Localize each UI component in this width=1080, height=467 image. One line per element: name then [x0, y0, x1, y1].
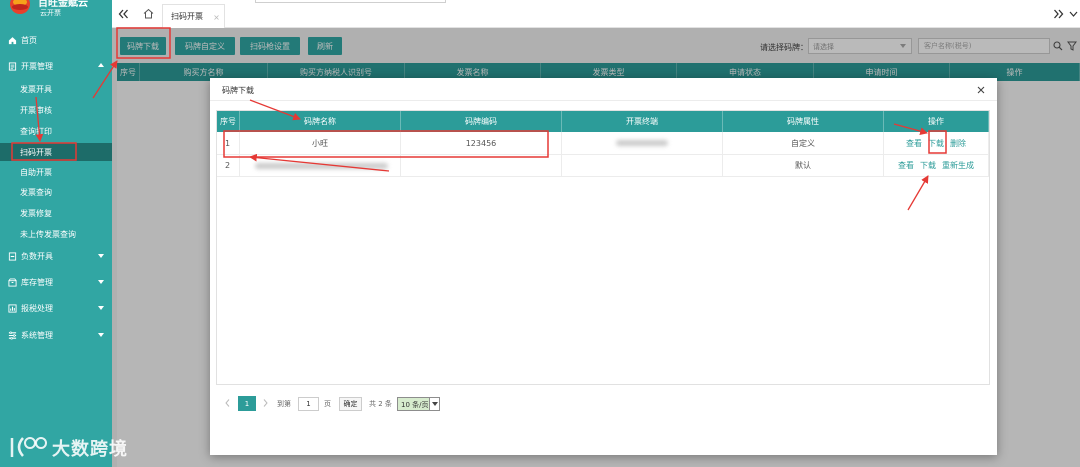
terminal-cell	[562, 155, 723, 177]
brand-product: 云开票	[40, 9, 61, 17]
sidebar: 百旺金赋云 云开票 首页 开票管理 发票开具 开票审核 查询打印 扫码开票 自助…	[0, 0, 112, 467]
chevron-down-icon	[98, 333, 104, 337]
sidebar-item-label: 首页	[21, 35, 37, 45]
view-link[interactable]: 查看	[906, 138, 922, 149]
chevron-down-icon	[98, 280, 104, 284]
table-header-row: 序号 码牌名称 码牌编码 开票终端 码牌属性 操作	[217, 111, 989, 132]
chevron-down-icon	[98, 254, 104, 258]
goto-label: 到第	[277, 400, 291, 408]
sidebar-group-label: 库存管理	[21, 277, 53, 287]
sidebar-group-label: 报税处理	[21, 303, 53, 313]
delete-link[interactable]: 删除	[950, 138, 966, 149]
double-chevron-right-icon[interactable]	[1053, 9, 1064, 19]
sidebar-group-negative-invoice[interactable]: 负数开具	[0, 247, 112, 265]
chevron-left-icon[interactable]	[225, 399, 230, 407]
tab-scan-invoicing[interactable]: 扫码开票	[162, 4, 225, 28]
code-number-cell	[401, 155, 562, 177]
sidebar-item-query-print[interactable]: 查询打印	[0, 121, 112, 141]
brand-logo	[10, 0, 30, 14]
system-settings-icon	[8, 331, 17, 339]
home-icon[interactable]	[143, 8, 154, 19]
code-table: 序号 码牌名称 码牌编码 开票终端 码牌属性 操作 1 小旺 123456 自定…	[216, 110, 990, 385]
dialog-title: 码牌下载	[222, 86, 254, 95]
view-link[interactable]: 查看	[898, 160, 914, 171]
code-name-cell	[240, 155, 401, 177]
row-actions: 查看 下载 重新生成	[884, 155, 989, 177]
row-index: 2	[217, 155, 240, 177]
sidebar-item-home[interactable]: 首页	[0, 31, 112, 49]
home-icon	[8, 36, 17, 44]
code-attribute-cell: 自定义	[723, 132, 884, 155]
sidebar-item-issue-invoice[interactable]: 发票开具	[0, 79, 112, 99]
goto-page-input[interactable]	[298, 397, 319, 411]
sidebar-item-self-service[interactable]: 自助开票	[0, 162, 112, 182]
sidebar-group-label: 开票管理	[21, 61, 53, 71]
negative-invoice-icon	[8, 251, 17, 261]
sidebar-item-unuploaded-query[interactable]: 未上传发票查询	[0, 224, 112, 244]
code-name-cell: 小旺	[240, 132, 401, 155]
sidebar-item-invoice-review[interactable]: 开票审核	[0, 100, 112, 120]
sidebar-item-invoice-repair[interactable]: 发票修复	[0, 203, 112, 223]
tax-report-icon	[8, 303, 17, 313]
row-actions: 查看 下载 删除	[884, 132, 989, 155]
chevron-down-icon[interactable]	[1069, 11, 1078, 17]
download-link[interactable]: 下载	[920, 160, 936, 171]
top-bar: 扫码开票	[112, 0, 1080, 28]
sidebar-item-invoice-query[interactable]: 发票查询	[0, 182, 112, 202]
page-button-current[interactable]: 1	[238, 396, 256, 411]
goto-confirm-button[interactable]: 确定	[339, 397, 362, 411]
close-icon[interactable]	[977, 86, 985, 94]
redacted-text	[616, 140, 668, 146]
chevron-down-icon	[432, 402, 438, 406]
watermark-text: 大数跨境	[52, 439, 128, 460]
top-partial-field	[255, 0, 446, 3]
sidebar-group-tax-report[interactable]: 报税处理	[0, 299, 112, 317]
total-count: 共 2 条	[369, 400, 392, 408]
table-row[interactable]: 1 小旺 123456 自定义 查看 下载 删除	[217, 132, 989, 155]
invoice-icon	[8, 61, 17, 71]
sidebar-group-system-settings[interactable]: 系统管理	[0, 326, 112, 344]
regenerate-link[interactable]: 重新生成	[942, 160, 974, 171]
code-number-cell: 123456	[401, 132, 562, 155]
chevron-right-icon[interactable]	[263, 399, 268, 407]
page-size-value: 10 条/页	[401, 401, 429, 409]
dialog-header: 码牌下载	[210, 78, 997, 101]
close-icon[interactable]	[214, 15, 219, 20]
row-index: 1	[217, 132, 240, 155]
watermark: 大数跨境	[8, 432, 148, 462]
chevron-up-icon	[98, 63, 104, 67]
inventory-icon	[8, 277, 17, 287]
table-row[interactable]: 2 默认 查看 下载 重新生成	[217, 155, 989, 177]
redacted-text	[255, 163, 388, 169]
column-header: 码牌名称	[240, 111, 401, 132]
code-download-dialog: 码牌下载 序号 码牌名称 码牌编码 开票终端 码牌属性 操作 1 小旺 1234…	[210, 78, 997, 455]
watermark-logo-icon	[10, 437, 47, 457]
column-header: 操作	[884, 111, 989, 132]
sidebar-group-label: 系统管理	[21, 330, 53, 340]
page-size-dropdown	[429, 398, 439, 410]
sidebar-group-label: 负数开具	[21, 251, 53, 261]
download-link[interactable]: 下载	[928, 138, 944, 149]
column-header: 码牌属性	[723, 111, 884, 132]
column-header: 开票终端	[562, 111, 723, 132]
column-header: 码牌编码	[401, 111, 562, 132]
code-attribute-cell: 默认	[723, 155, 884, 177]
sidebar-group-inventory[interactable]: 库存管理	[0, 273, 112, 291]
page-unit-label: 页	[324, 400, 331, 408]
sidebar-item-scan-invoicing[interactable]: 扫码开票	[0, 143, 112, 161]
terminal-cell	[562, 132, 723, 155]
sidebar-group-invoicing[interactable]: 开票管理	[0, 57, 112, 75]
column-header: 序号	[217, 111, 240, 132]
chevron-down-icon	[98, 306, 104, 310]
tab-label: 扫码开票	[171, 12, 203, 21]
double-chevron-left-icon[interactable]	[118, 9, 129, 19]
page-size-select[interactable]: 10 条/页	[397, 397, 440, 411]
